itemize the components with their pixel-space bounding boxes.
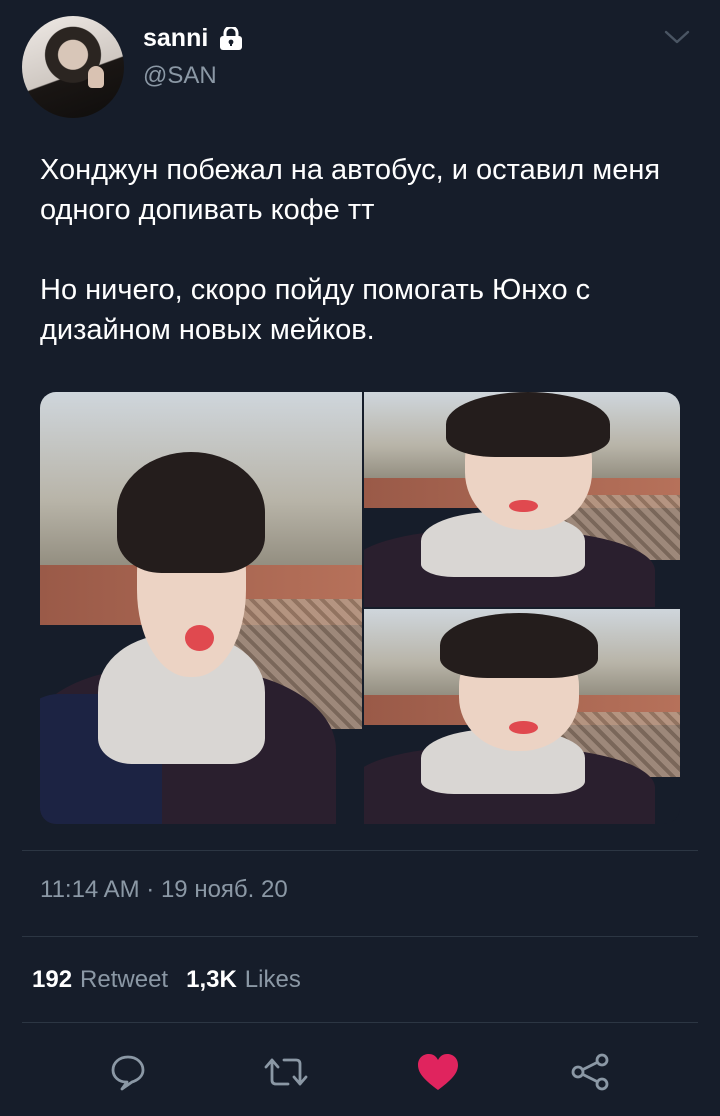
author-name-row: sanni bbox=[143, 24, 244, 53]
media-grid bbox=[40, 392, 680, 824]
chevron-down-icon[interactable] bbox=[662, 26, 692, 48]
likes-label[interactable]: Likes bbox=[245, 966, 301, 994]
retweet-count[interactable]: 192 bbox=[32, 966, 72, 994]
retweet-icon bbox=[264, 1058, 308, 1086]
share-button[interactable] bbox=[568, 1050, 612, 1094]
retweet-button[interactable] bbox=[264, 1050, 308, 1094]
reply-icon bbox=[111, 1055, 145, 1091]
avatar[interactable] bbox=[22, 16, 124, 118]
heart-icon bbox=[418, 1054, 458, 1090]
photo-3[interactable] bbox=[364, 609, 680, 824]
divider bbox=[22, 936, 698, 937]
likes-count[interactable]: 1,3K bbox=[186, 966, 237, 994]
tweet-text: Хонджун побежал на автобус, и оставил ме… bbox=[40, 154, 661, 346]
photo-2[interactable] bbox=[364, 392, 680, 607]
retweet-label[interactable]: Retweet bbox=[80, 966, 168, 994]
action-bar bbox=[0, 1050, 720, 1094]
reply-button[interactable] bbox=[106, 1050, 150, 1094]
divider bbox=[22, 850, 698, 851]
divider bbox=[22, 1022, 698, 1023]
tweet-stats: 192 Retweet 1,3K Likes bbox=[32, 966, 311, 994]
avatar-hand bbox=[88, 66, 104, 88]
share-icon bbox=[571, 1053, 609, 1091]
author-handle[interactable]: @SAN bbox=[143, 62, 217, 90]
tweet-timestamp[interactable]: 11:14 AM · 19 нояб. 20 bbox=[40, 876, 288, 904]
photo-1[interactable] bbox=[40, 392, 362, 824]
tweet-detail: sanni @SAN Хонджун побежал на автобус, и… bbox=[0, 0, 720, 1116]
lock-icon bbox=[220, 26, 243, 50]
author-display-name[interactable]: sanni bbox=[143, 24, 208, 53]
like-button[interactable] bbox=[416, 1050, 460, 1094]
